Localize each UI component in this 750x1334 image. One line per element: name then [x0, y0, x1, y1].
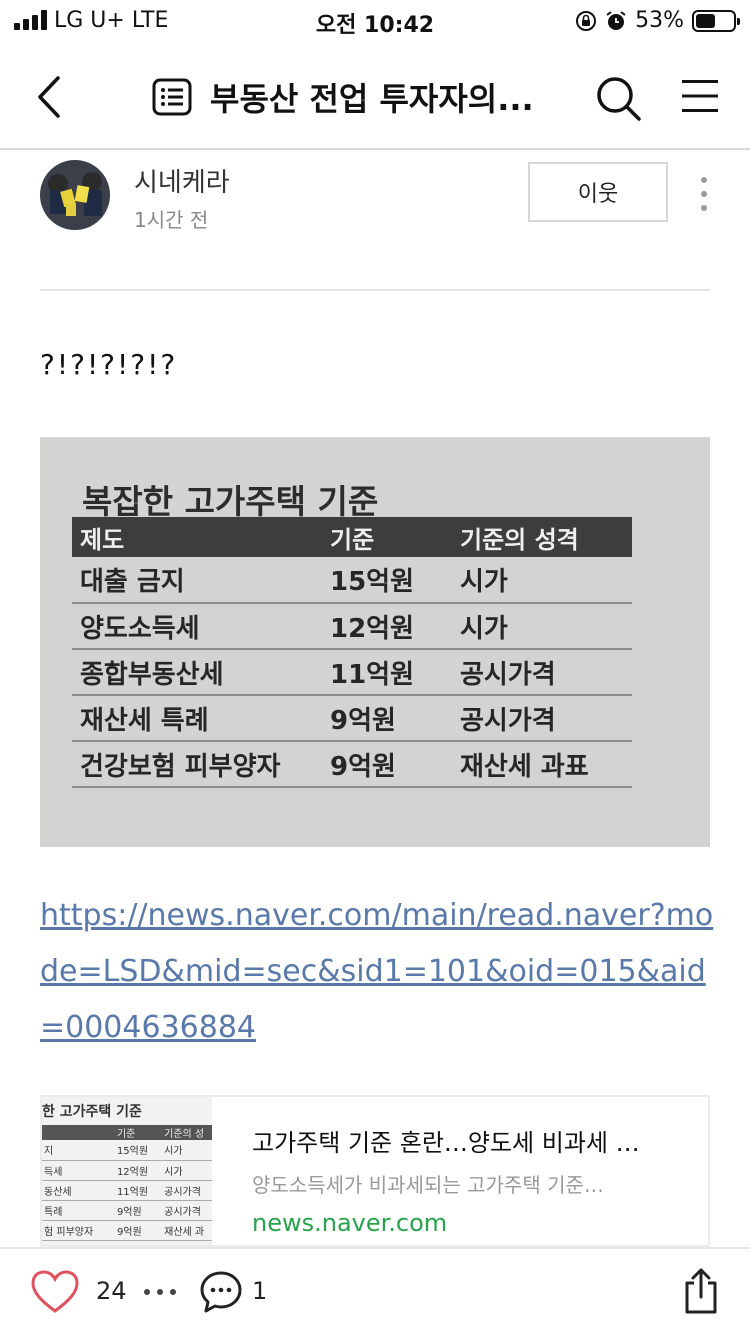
thumbnail-cell: 12억원 [114, 1160, 163, 1181]
thumbnail-cell: 험 피부양자 [42, 1220, 115, 1241]
back-arrow-icon[interactable] [30, 74, 70, 120]
image-cell: 9억원 [322, 695, 452, 742]
divider [40, 289, 710, 291]
image-table-row: 대출 금지 15억원 시가 [72, 557, 632, 604]
image-cell: 양도소득세 [72, 603, 322, 650]
nav-title-group[interactable]: 부동산 전업 투자자의... [152, 74, 534, 120]
thumbnail-cell: 득세 [42, 1160, 115, 1181]
thumbnail-cell: 공시가격 [162, 1200, 212, 1221]
hamburger-menu-icon[interactable] [680, 78, 720, 114]
heart-icon[interactable] [30, 1269, 80, 1315]
link-preview-card[interactable]: 한 고가주택 기준 기준 기준의 성 지 15억원 시가 득세 12억원 시가 … [40, 1095, 710, 1247]
image-cell: 시가 [452, 557, 632, 604]
orientation-lock-icon [576, 10, 597, 31]
image-header-cell: 기준 [322, 517, 452, 557]
image-table-row: 양도소득세 12억원 시가 [72, 603, 632, 650]
thumbnail-cell: 시가 [162, 1160, 212, 1181]
avatar-image [40, 160, 110, 230]
thumbnail-cell: 9억원 [114, 1220, 163, 1241]
thumbnail-cell: 지 [42, 1140, 115, 1161]
image-cell: 11억원 [322, 649, 452, 696]
link-thumbnail: 한 고가주택 기준 기준 기준의 성 지 15억원 시가 득세 12억원 시가 … [42, 1097, 212, 1245]
image-table-header: 제도 기준 기준의 성격 [72, 517, 632, 557]
image-cell: 종합부동산세 [72, 649, 322, 696]
image-cell: 재산세 과표 [452, 741, 632, 788]
post-time: 1시간 전 [134, 208, 209, 232]
thumbnail-cell: 재산세 과 [162, 1220, 212, 1241]
thumbnail-cell: 15억원 [114, 1140, 163, 1161]
card-title: 고가주택 기준 혼란…양도세 비과세 … [252, 1129, 640, 1157]
bottom-action-bar: 24 1 [0, 1247, 750, 1334]
more-horizontal-icon[interactable] [142, 1287, 178, 1297]
author-row: 시네케라 1시간 전 이웃 [40, 160, 710, 240]
thumbnail-cell: 동산세 [42, 1180, 115, 1201]
thumbnail-cell: 공시가격 [162, 1180, 212, 1201]
like-count: 24 [96, 1277, 127, 1305]
status-right: 53% [575, 8, 740, 33]
post-image[interactable]: 복잡한 고가주택 기준 제도 기준 기준의 성격 대출 금지 15억원 시가 양… [40, 437, 710, 847]
image-cell: 공시가격 [452, 695, 632, 742]
status-bar: LG U+ LTE 오전 10:42 53% [0, 0, 750, 44]
comment-count: 1 [252, 1277, 268, 1305]
image-table-row: 종합부동산세 11억원 공시가격 [72, 649, 632, 696]
battery-icon [692, 9, 740, 32]
comment-icon[interactable] [198, 1269, 244, 1315]
image-cell: 9억원 [322, 741, 452, 788]
battery-fill [696, 13, 715, 28]
image-cell: 15억원 [322, 557, 452, 604]
thumbnail-header-cell [42, 1125, 115, 1140]
post-body: ?!?!?!?!? [40, 348, 178, 381]
thumbnail-cell: 9억원 [114, 1200, 163, 1221]
image-cell: 건강보험 피부양자 [72, 741, 322, 788]
search-icon[interactable] [594, 74, 642, 122]
image-title: 복잡한 고가주택 기준 [82, 482, 379, 521]
image-header-cell: 기준의 성격 [452, 517, 632, 557]
thumbnail-header-cell: 기준의 성 [162, 1125, 212, 1140]
thumbnail-cell: 특례 [42, 1200, 115, 1221]
image-table: 제도 기준 기준의 성격 대출 금지 15억원 시가 양도소득세 12억원 시가… [72, 517, 632, 788]
image-cell: 대출 금지 [72, 557, 322, 604]
nav-bar: 부동산 전업 투자자의... [0, 44, 750, 150]
thumbnail-cell: 11억원 [114, 1180, 163, 1201]
neighbor-button[interactable]: 이웃 [528, 162, 668, 222]
image-cell: 공시가격 [452, 649, 632, 696]
thumbnail-cell: 시가 [162, 1140, 212, 1161]
article-link[interactable]: https://news.naver.com/main/read.naver?m… [40, 888, 720, 1056]
image-cell: 재산세 특례 [72, 695, 322, 742]
image-table-row: 건강보험 피부양자 9억원 재산세 과표 [72, 741, 632, 788]
card-description: 양도소득세가 비과세되는 고가주택 기준… [252, 1173, 604, 1197]
image-header-cell: 제도 [72, 517, 322, 557]
share-icon[interactable] [682, 1267, 720, 1315]
battery-percent: 53% [635, 8, 684, 33]
image-cell: 시가 [452, 603, 632, 650]
avatar[interactable] [40, 160, 110, 230]
page-title: 부동산 전업 투자자의... [210, 80, 534, 118]
alarm-icon [606, 10, 626, 30]
thumbnail-header-cell: 기준 [114, 1125, 163, 1140]
image-table-row: 재산세 특례 9억원 공시가격 [72, 695, 632, 742]
image-cell: 12억원 [322, 603, 452, 650]
more-options-icon[interactable] [698, 176, 710, 212]
author-name[interactable]: 시네케라 [134, 162, 230, 199]
thumbnail-title: 한 고가주택 기준 [42, 1104, 142, 1120]
list-icon [152, 78, 192, 116]
thumbnail-table: 기준 기준의 성 지 15억원 시가 득세 12억원 시가 동산세 11억원 공… [42, 1125, 212, 1241]
card-domain: news.naver.com [252, 1209, 448, 1237]
